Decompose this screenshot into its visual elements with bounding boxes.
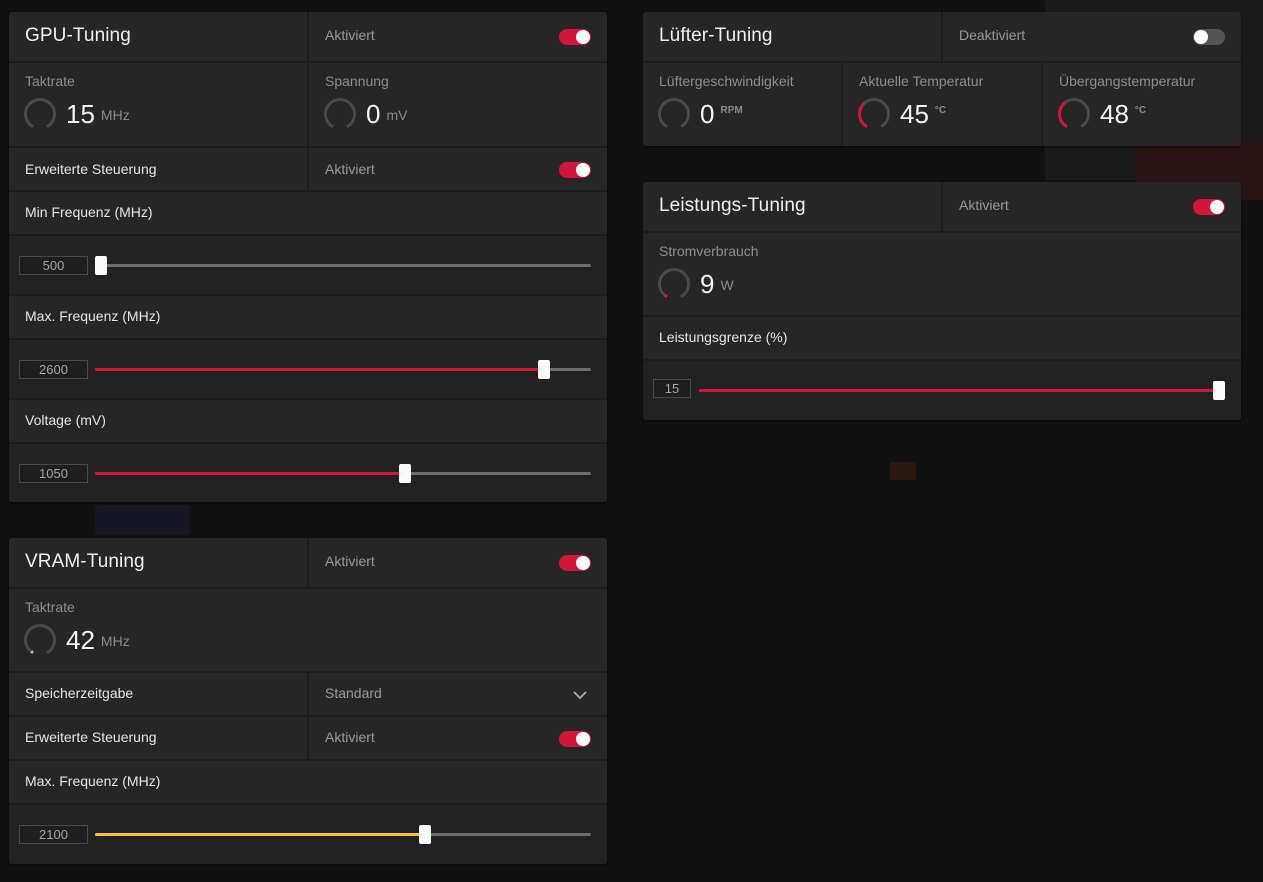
- slider-thumb[interactable]: [399, 464, 412, 483]
- gpu-tuning-title: GPU-Tuning: [25, 25, 131, 46]
- voltage-label: Voltage (mV): [25, 412, 106, 428]
- voltage-slider[interactable]: [95, 464, 591, 483]
- fan-tuning-title: Lüfter-Tuning: [659, 25, 773, 46]
- min-frequency-slider[interactable]: [95, 256, 591, 275]
- vram-clock-value: 42 MHz: [66, 625, 130, 655]
- gpu-clock-gauge-icon: [24, 98, 56, 129]
- power-gauge-icon: [658, 268, 690, 299]
- max-frequency-input[interactable]: 2600: [19, 360, 88, 379]
- vram-tuning-panel: VRAM-Tuning Aktiviert Taktrate 42 MHz Spe…: [9, 538, 607, 864]
- current-temperature-value: 45 °C: [900, 99, 947, 129]
- gpu-voltage-value: 0 mV: [366, 99, 408, 129]
- power-limit-label: Leistungsgrenze (%): [659, 329, 788, 345]
- fan-tuning-panel: Lüfter-Tuning Deaktiviert Lüftergeschwin…: [643, 12, 1241, 146]
- slider-thumb[interactable]: [95, 256, 107, 275]
- fan-speed-value: 0 RPM: [700, 99, 743, 129]
- slider-thumb[interactable]: [1213, 381, 1225, 400]
- vram-tuning-title: VRAM-Tuning: [25, 551, 145, 572]
- slider-thumb[interactable]: [537, 360, 550, 379]
- power-limit-input[interactable]: 15: [653, 379, 691, 398]
- gpu-tuning-state: Aktiviert: [325, 27, 375, 43]
- fan-tuning-toggle[interactable]: [1193, 29, 1225, 45]
- temperature-gauge-icon: [858, 98, 890, 129]
- background-app: [890, 462, 916, 480]
- junction-temperature-label: Übergangstemperatur: [1059, 73, 1196, 89]
- gpu-voltage-gauge-icon: [324, 98, 356, 129]
- min-frequency-input[interactable]: 500: [19, 256, 88, 275]
- gpu-advanced-toggle[interactable]: [559, 162, 591, 178]
- power-limit-slider[interactable]: [699, 381, 1225, 400]
- fan-speed-label: Lüftergeschwindigkeit: [659, 73, 794, 89]
- gpu-advanced-label: Erweiterte Steuerung: [25, 161, 157, 177]
- memory-timing-label: Speicherzeitgabe: [25, 685, 134, 701]
- gpu-tuning-toggle[interactable]: [559, 29, 591, 45]
- junction-temperature-gauge-icon: [1058, 98, 1090, 129]
- fan-speed-gauge-icon: [658, 98, 690, 129]
- vram-clock-gauge-icon: [24, 624, 56, 655]
- gpu-clock-label: Taktrate: [25, 73, 75, 89]
- vram-advanced-state: Aktiviert: [325, 729, 375, 745]
- voltage-input[interactable]: 1050: [19, 464, 88, 483]
- vram-advanced-toggle[interactable]: [559, 731, 591, 747]
- power-tuning-panel: Leistungs-Tuning Aktiviert Stromverbrauc…: [643, 182, 1241, 420]
- power-usage-value: 9W: [700, 269, 734, 299]
- memory-timing-dropdown[interactable]: Standard: [307, 673, 607, 715]
- gpu-voltage-label: Spannung: [325, 73, 389, 89]
- junction-temperature-value: 48 °C: [1100, 99, 1147, 129]
- gpu-advanced-state: Aktiviert: [325, 161, 375, 177]
- max-frequency-label: Max. Frequenz (MHz): [25, 308, 161, 324]
- current-temperature-label: Aktuelle Temperatur: [859, 73, 984, 89]
- fan-tuning-state: Deaktiviert: [959, 27, 1026, 43]
- vram-tuning-state: Aktiviert: [325, 553, 375, 569]
- gpu-clock-value: 15 MHz: [66, 99, 130, 129]
- vram-clock-label: Taktrate: [25, 599, 75, 615]
- power-tuning-title: Leistungs-Tuning: [659, 195, 806, 216]
- power-usage-label: Stromverbrauch: [659, 243, 759, 259]
- gpu-tuning-panel: GPU-Tuning Aktiviert Taktrate 15 MHz Span…: [9, 12, 607, 502]
- power-tuning-state: Aktiviert: [959, 197, 1009, 213]
- vram-advanced-label: Erweiterte Steuerung: [25, 729, 157, 745]
- vram-tuning-toggle[interactable]: [559, 555, 591, 571]
- memory-timing-value: Standard: [325, 685, 382, 701]
- slider-thumb[interactable]: [418, 825, 431, 844]
- power-tuning-toggle[interactable]: [1193, 199, 1225, 215]
- min-frequency-label: Min Frequenz (MHz): [25, 204, 153, 220]
- background-app: [95, 505, 190, 535]
- vram-max-frequency-label: Max. Frequenz (MHz): [25, 773, 161, 789]
- vram-max-frequency-slider[interactable]: [95, 825, 591, 844]
- max-frequency-slider[interactable]: [95, 360, 591, 379]
- vram-max-frequency-input[interactable]: 2100: [19, 825, 88, 844]
- chevron-down-icon: [573, 691, 587, 700]
